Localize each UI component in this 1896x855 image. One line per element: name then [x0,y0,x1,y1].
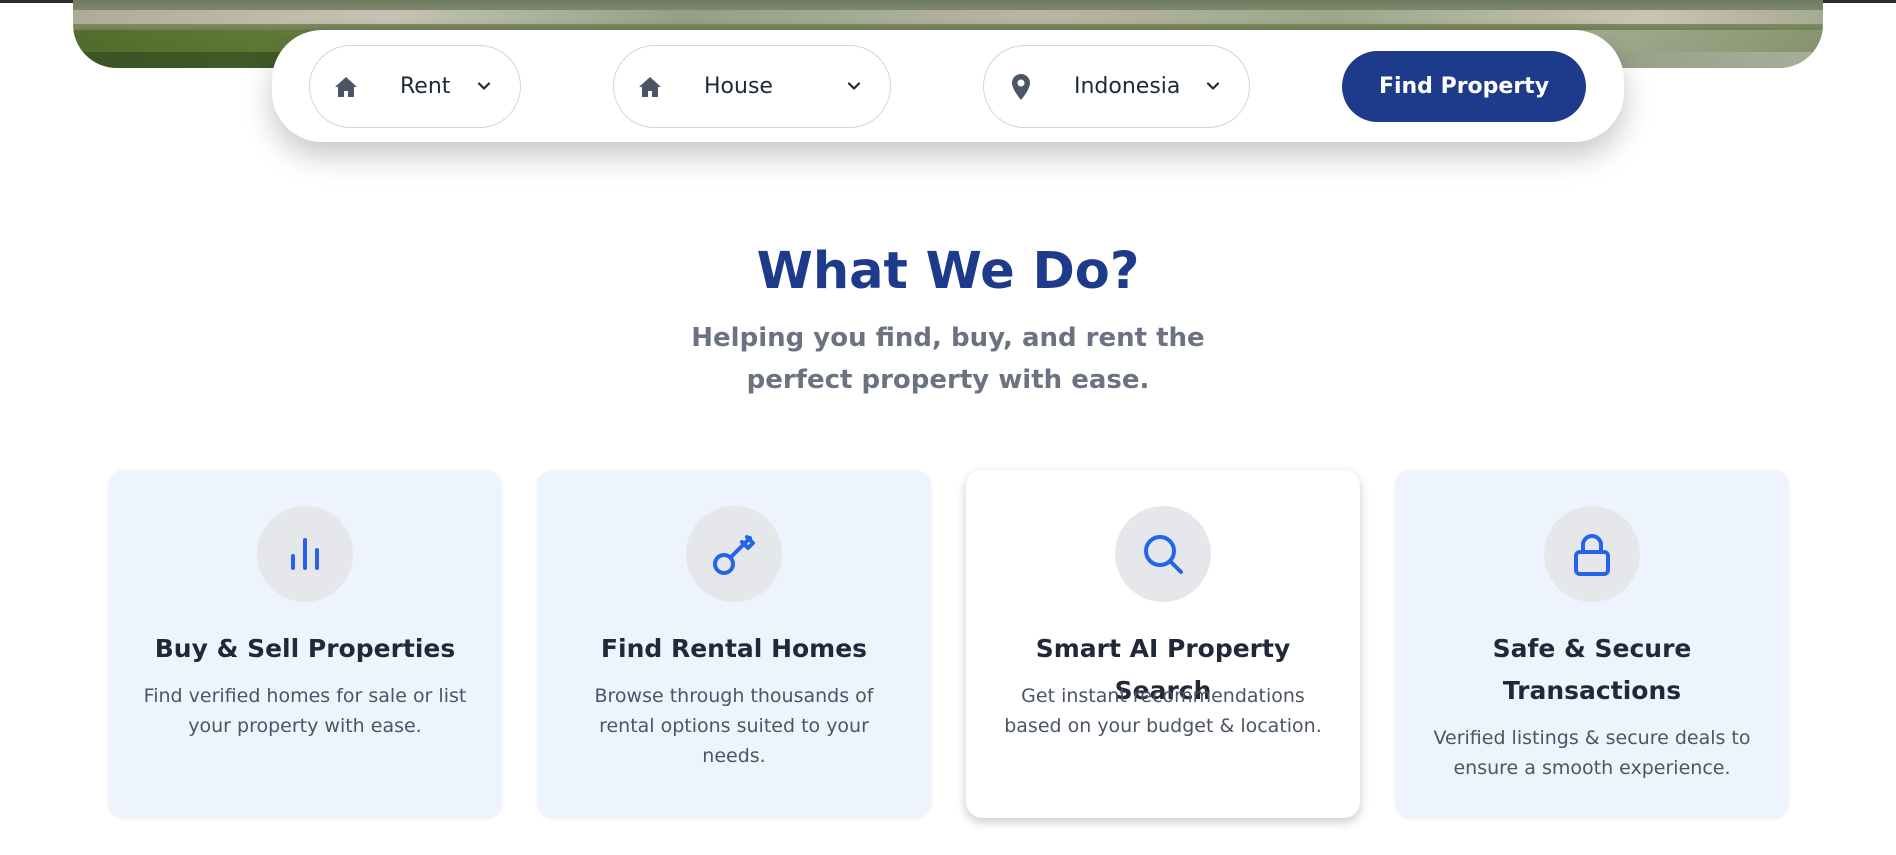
location-select-value: Indonesia [1074,74,1181,99]
service-title: Find Rental Homes [600,634,868,663]
chevron-down-icon [847,82,861,90]
section-title: What We Do? [756,242,1140,301]
service-description: Verified listings & secure deals to ensu… [1433,727,1751,779]
bar-chart-icon [291,538,319,570]
section-subtitle: Helping you find, buy, and rent the perf… [691,323,1205,395]
chevron-down-icon [477,82,491,90]
service-icon-circle [686,506,782,602]
service-title: Buy & Sell Properties [154,634,456,663]
service-description: Get instant recommendations based on you… [1004,685,1322,737]
service-card-rental: Find Rental Homes Browse through thousan… [537,470,931,818]
service-icon-circle [1115,506,1211,602]
service-card-ai-search: Smart AI Property Search Get instant rec… [966,470,1360,818]
property-type-select[interactable]: House [613,45,891,128]
property-type-select-value: House [704,74,773,99]
service-description: Find verified homes for sale or list you… [143,685,467,737]
find-property-button[interactable]: Find Property [1342,51,1586,122]
service-title: Safe & Secure Transactions [1492,634,1692,705]
search-icon [1144,535,1183,574]
map-pin-icon [1012,74,1030,100]
home-icon [639,77,661,97]
service-card-secure: Safe & Secure Transactions Verified list… [1395,470,1789,818]
service-card-buy-sell: Buy & Sell Properties Find verified home… [108,470,502,818]
service-description: Browse through thousands of rental optio… [594,685,874,767]
lock-icon [1574,534,1610,576]
purpose-select[interactable]: Rent [309,45,521,128]
service-icon-circle [1544,506,1640,602]
key-icon [713,535,755,575]
location-select[interactable]: Indonesia [983,45,1250,128]
chevron-down-icon [1206,82,1220,90]
home-icon [335,77,357,97]
purpose-select-value: Rent [400,74,451,99]
service-icon-circle [257,506,353,602]
